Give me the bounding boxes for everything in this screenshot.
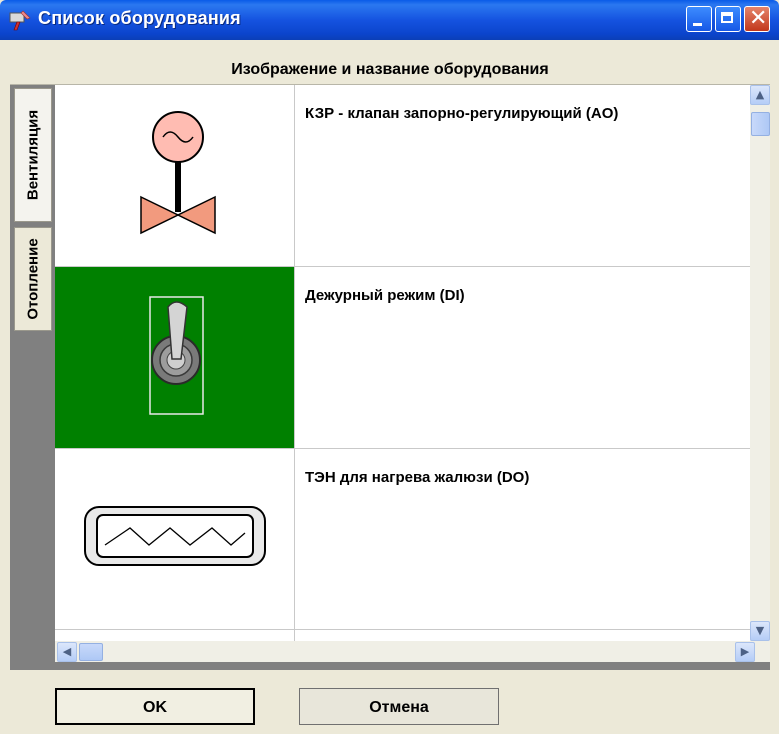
window-title: Список оборудования [38, 8, 241, 28]
equipment-name: Дежурный режим (DI) [305, 287, 465, 304]
tab-heating-label: Отопление [24, 238, 42, 320]
vertical-scrollbar[interactable]: ▲ ▼ [750, 85, 770, 641]
equipment-image-cell[interactable] [55, 449, 295, 629]
grid-bottom-border [10, 662, 770, 670]
scroll-left-button[interactable]: ◀ [57, 642, 77, 662]
table-row[interactable] [55, 630, 750, 641]
scroll-right-button[interactable]: ▶ [735, 642, 755, 662]
tab-heating[interactable]: Отопление [14, 227, 52, 331]
ok-button[interactable]: OK [55, 688, 255, 725]
minimize-button[interactable] [686, 6, 712, 32]
cancel-button[interactable]: Отмена [299, 688, 499, 725]
vertical-tab-strip: Вентиляция Отопление [10, 85, 55, 670]
equipment-image-cell[interactable] [55, 85, 295, 266]
horizontal-scroll-thumb[interactable] [79, 643, 103, 661]
close-button[interactable]: ✕ [744, 6, 770, 32]
table-row[interactable]: ТЭН для нагрева жалюзи (DO) [55, 449, 750, 630]
equipment-image-cell[interactable] [55, 630, 295, 641]
equipment-image-cell[interactable] [55, 267, 295, 448]
scroll-down-button[interactable]: ▼ [750, 621, 770, 641]
heating-element-icon [84, 506, 266, 566]
app-icon [9, 10, 31, 31]
maximize-button[interactable] [715, 6, 741, 32]
equipment-list-window: Список оборудования ✕ Изображение и назв… [0, 0, 779, 734]
equipment-name: ТЭН для нагрева жалюзи (DO) [305, 469, 530, 486]
title-bar[interactable]: Список оборудования ✕ [0, 0, 779, 40]
column-header[interactable]: Изображение и название оборудования [10, 56, 770, 85]
tab-ventilation-label: Вентиляция [24, 109, 42, 201]
toggle-switch-icon [149, 296, 204, 415]
valve-actuator-icon [140, 111, 216, 235]
table-row[interactable]: Дежурный режим (DI) [55, 267, 750, 449]
equipment-grid: КЗР - клапан запорно-регулирующий (AO) Д… [55, 85, 750, 641]
vertical-scroll-thumb[interactable] [751, 112, 770, 136]
horizontal-scrollbar[interactable]: ◀ ▶ [55, 641, 770, 662]
table-row[interactable]: КЗР - клапан запорно-регулирующий (AO) [55, 85, 750, 267]
scroll-up-button[interactable]: ▲ [750, 85, 770, 105]
close-icon: ✕ [749, 6, 768, 31]
equipment-name: КЗР - клапан запорно-регулирующий (AO) [305, 105, 619, 122]
tab-ventilation[interactable]: Вентиляция [14, 88, 52, 222]
